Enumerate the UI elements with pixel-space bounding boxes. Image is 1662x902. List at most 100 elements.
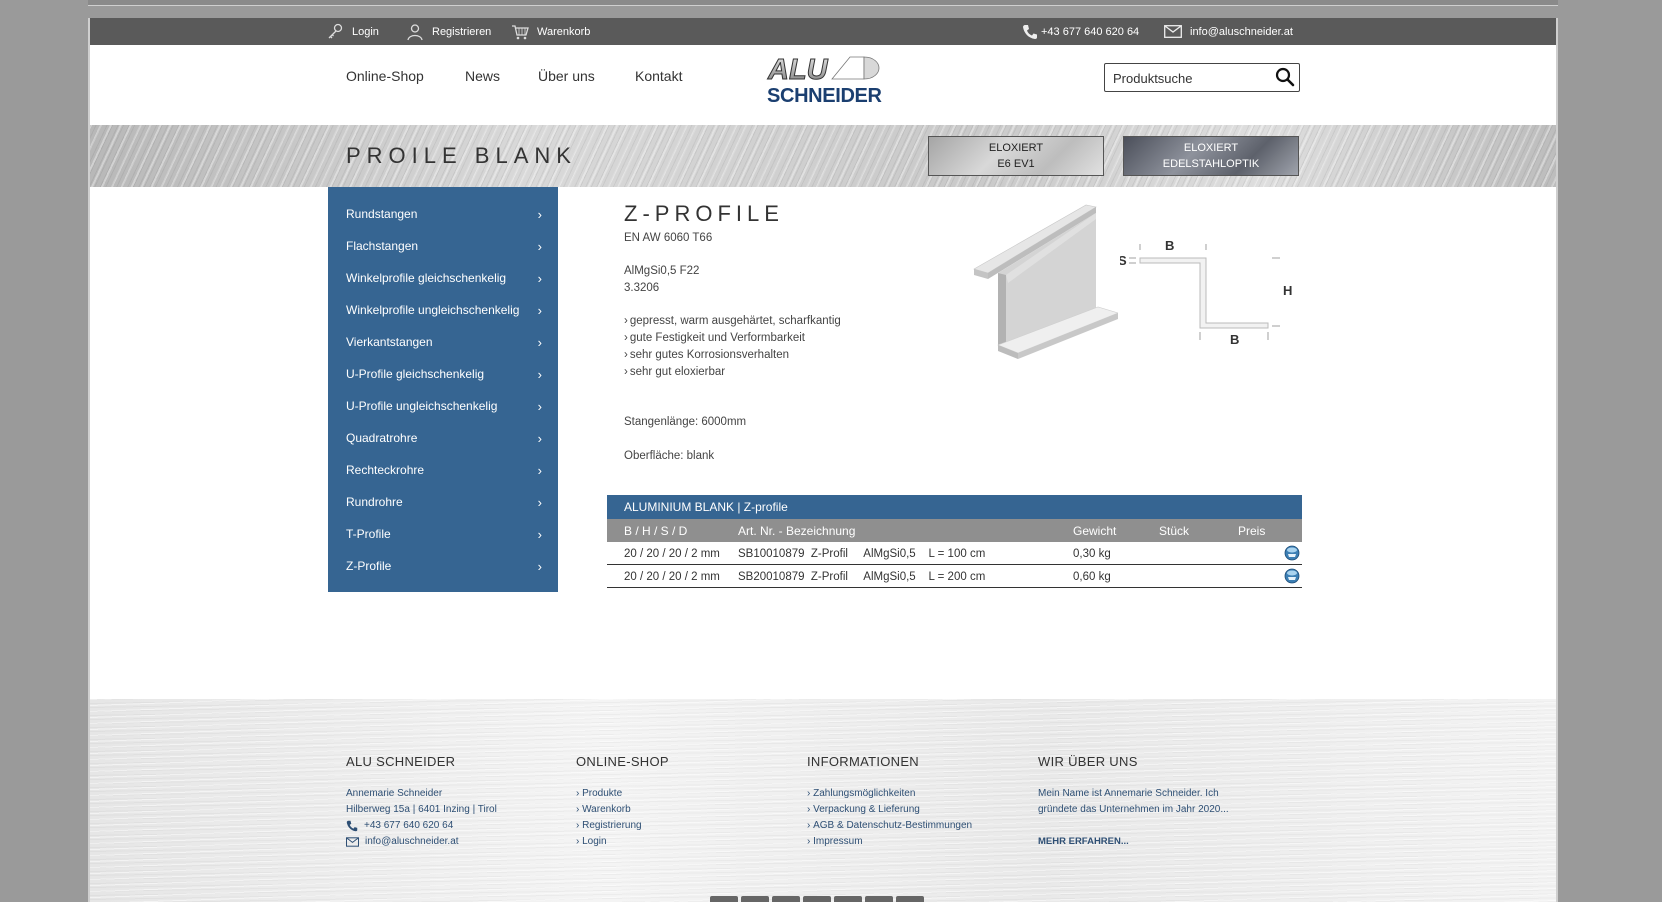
sidebar-item-quadratrohre[interactable]: Quadratrohre › [328,422,558,454]
footer-col-info: INFORMATIONEN › Zahlungsmöglichkeiten › … [807,754,1027,850]
feature-item: › sehr gut eloxierbar [624,366,726,378]
chevron-right-icon: › [537,398,542,414]
footer-link-impressum[interactable]: › Impressum [807,834,1027,850]
product-title: Z-PROFILE [624,201,784,226]
table-header-row: B / H / S / D Art. Nr. - Bezeichnung Gew… [607,519,1302,542]
col-header-weight: Gewicht [1073,523,1117,538]
footer-phone[interactable]: +43 677 640 620 64 [346,818,566,834]
eloxiert-edel-line2: EDELSTAHLOPTIK [1162,158,1260,170]
diagram-label-b-top: B [1165,238,1174,253]
payment-icon [803,896,831,902]
footer-link-agb[interactable]: › AGB & Datenschutz-Bestimmungen [807,818,1027,834]
sidebar-item-flachstangen[interactable]: Flachstangen › [328,230,558,262]
diagram-label-b-bottom: B [1230,332,1239,347]
product-number: 3.3206 [624,282,660,294]
phone-link[interactable]: +43 677 640 620 64 [1022,18,1139,45]
search-box [1104,63,1300,92]
product-length: Stangenlänge: 6000mm [624,416,747,428]
feature-item: › sehr gutes Korrosionsverhalten [624,349,790,361]
footer-address: Hilberweg 15a | 6401 Inzing | Tirol [346,804,497,815]
footer-link-zahlung[interactable]: › Zahlungsmöglichkeiten [807,786,1027,802]
footer-link-produkte[interactable]: › Produkte [576,786,796,802]
sidebar-item-label: Winkelprofile ungleichschenkelig [346,303,520,317]
add-to-cart-icon[interactable] [1284,545,1300,561]
sidebar-item-winkel-ungleich[interactable]: Winkelprofile ungleichschenkelig › [328,294,558,326]
sidebar-item-label: Rundstangen [346,207,418,221]
chevron-right-icon: › [537,334,542,350]
page: Login Registrieren Warenkorb +43 677 640… [88,18,1558,902]
table-row: 20 / 20 / 20 / 2 mm SB20010879 Z-Profil … [607,565,1302,588]
sidebar-item-u-ungleich[interactable]: U-Profile ungleichschenkelig › [328,390,558,422]
user-icon [407,23,423,40]
cell-desc: SB20010879 Z-Profil AlMgSi0,5 L = 200 cm [738,570,986,583]
payment-icon [834,896,862,902]
chevron-right-icon: › [537,238,542,254]
chevron-right-icon: › [537,494,542,510]
alu-schneider-logo[interactable]: ALU SCHNEIDER [766,53,884,106]
eloxiert-edelstahl-button[interactable]: ELOXIERT EDELSTAHLOPTIK [1123,136,1299,176]
footer-col-company: ALU SCHNEIDER Annemarie Schneider Hilber… [346,754,566,850]
z-profile-3d-image [973,204,1118,359]
chevron-right-icon: › [537,526,542,542]
chevron-right-icon: › [537,270,542,286]
sidebar-item-label: Vierkantstangen [346,335,433,349]
search-icon[interactable] [1275,67,1295,87]
category-banner: PROILE BLANK ELOXIERT E6 EV1 ELOXIERT ED… [90,125,1556,187]
sidebar-item-u-gleich[interactable]: U-Profile gleichschenkelig › [328,358,558,390]
bullet-chevron-icon: › [624,315,628,327]
payment-icon [741,896,769,902]
footer-shop-title: ONLINE-SHOP [576,754,669,769]
footer-link-registrierung[interactable]: › Registrierung [576,818,796,834]
page-title: PROILE BLANK [346,143,577,168]
footer-link-login[interactable]: › Login [576,834,796,850]
nav-contact[interactable]: Kontakt [635,68,682,84]
add-to-cart-icon[interactable] [1284,568,1300,584]
col-header-dims: B / H / S / D [624,523,688,538]
footer-owner: Annemarie Schneider [346,788,443,799]
sidebar-item-label: T-Profile [346,527,391,541]
chevron-right-icon: › [537,206,542,222]
login-label: Login [352,25,379,38]
table-title: ALUMINIUM BLANK | Z-profile [624,500,788,514]
sidebar-item-z-profile[interactable]: Z-Profile › [328,550,558,582]
sidebar-item-vierkantstangen[interactable]: Vierkantstangen › [328,326,558,358]
nav-about[interactable]: Über uns [538,68,595,84]
register-link[interactable]: Registrieren [406,18,491,45]
sidebar-item-label: U-Profile ungleichschenkelig [346,399,498,413]
cart-icon [512,24,529,39]
login-link[interactable]: Login [326,18,379,45]
register-label: Registrieren [432,25,492,38]
eloxiert-e6-button[interactable]: ELOXIERT E6 EV1 [928,136,1104,176]
header: Online-Shop News Über uns Kontakt ALU SC… [90,45,1556,125]
bullet-chevron-icon: › [624,366,628,378]
sidebar-item-rundrohre[interactable]: Rundrohre › [328,486,558,518]
email-label: info@aluschneider.at [1190,25,1293,38]
nav-online-shop[interactable]: Online-Shop [346,68,424,84]
cell-weight: 0,60 kg [1073,570,1111,583]
footer-email[interactable]: info@aluschneider.at [346,834,566,850]
sidebar-item-winkel-gleich[interactable]: Winkelprofile gleichschenkelig › [328,262,558,294]
top-bar: Login Registrieren Warenkorb +43 677 640… [90,18,1556,46]
sidebar-item-label: Z-Profile [346,559,392,573]
diagram-label-s: S [1120,253,1127,268]
search-input[interactable] [1111,68,1265,88]
payment-icons [710,895,927,902]
phone-label: +43 677 640 620 64 [1041,25,1140,38]
email-link[interactable]: info@aluschneider.at [1164,18,1293,45]
nav-news[interactable]: News [465,68,500,84]
eloxiert-edel-line1: ELOXIERT [1183,142,1239,154]
browser-top-edge [88,0,1558,6]
sidebar-item-rechteckrohre[interactable]: Rechteckrohre › [328,454,558,486]
z-profile-dimension-diagram: S B H B [1120,238,1292,347]
feature-item: › gute Festigkeit und Verformbarkeit [624,332,805,344]
footer-link-verpackung[interactable]: › Verpackung & Lieferung [807,802,1027,818]
footer-link-warenkorb[interactable]: › Warenkorb [576,802,796,818]
footer-more-link[interactable]: MEHR ERFAHREN... [1038,834,1258,850]
sidebar-item-label: Winkelprofile gleichschenkelig [346,271,507,285]
sidebar-item-rundstangen[interactable]: Rundstangen › [328,198,558,230]
cart-link[interactable]: Warenkorb [511,18,590,45]
cell-desc: SB10010879 Z-Profil AlMgSi0,5 L = 100 cm [738,547,986,560]
payment-icon [772,896,800,902]
footer-about-title: WIR ÜBER UNS [1038,754,1138,769]
sidebar-item-t-profile[interactable]: T-Profile › [328,518,558,550]
